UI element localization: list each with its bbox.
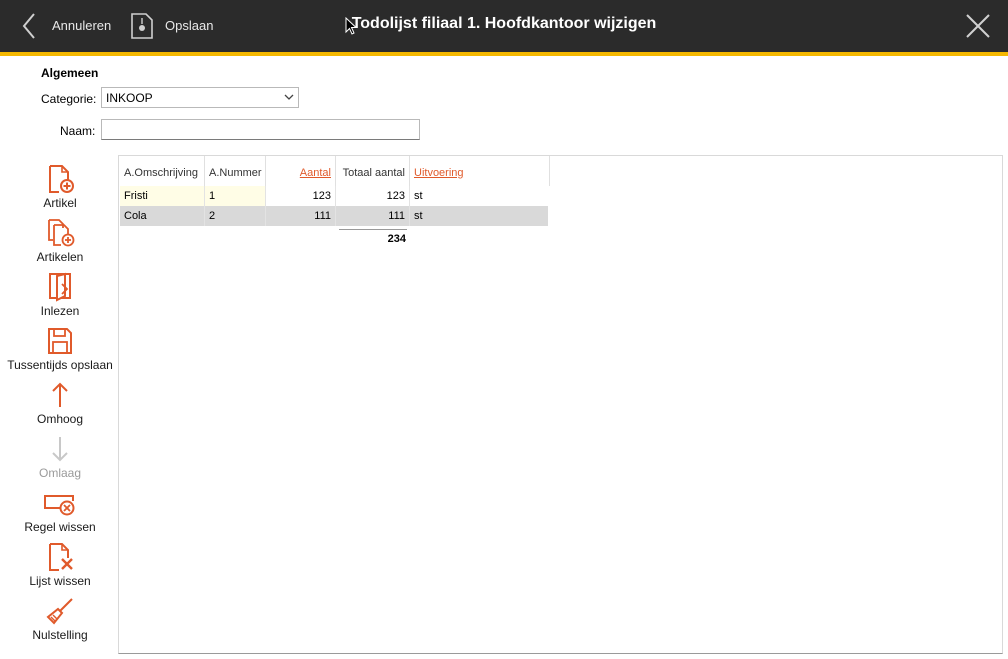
mouse-cursor-icon <box>345 16 358 35</box>
import-icon <box>49 272 71 302</box>
cell-omschrijving: Fristi <box>120 186 205 206</box>
inlezen-label: Inlezen <box>40 304 80 318</box>
broom-icon <box>46 598 73 625</box>
nulstelling-button[interactable]: Nulstelling <box>0 596 120 642</box>
cell-aantal[interactable]: 111 <box>266 206 336 226</box>
inlezen-button[interactable]: Inlezen <box>0 272 120 318</box>
document-add-icon <box>49 165 74 193</box>
artikel-button[interactable]: Artikel <box>0 164 120 210</box>
cell-omschrijving: Cola <box>120 206 205 226</box>
accent-stripe <box>0 52 1008 56</box>
cell-nummer: 2 <box>205 206 266 226</box>
lijst-wissen-label: Lijst wissen <box>29 574 91 588</box>
column-header-label: A.Omschrijving <box>124 167 198 179</box>
categorie-value: INKOOP <box>106 91 153 105</box>
cell-uitvoering[interactable]: st <box>410 206 548 226</box>
table-row[interactable]: Cola 2 111 111 st <box>120 206 548 226</box>
column-header-omschrijving[interactable]: A.Omschrijving <box>120 156 205 186</box>
chevron-down-icon <box>284 94 294 100</box>
cell-nummer: 1 <box>205 186 266 206</box>
documents-add-icon <box>48 219 75 247</box>
nulstelling-label: Nulstelling <box>32 628 88 642</box>
regel-wissen-label: Regel wissen <box>24 520 96 534</box>
artikelen-label: Artikelen <box>36 250 84 264</box>
categorie-label: Categorie: <box>41 92 97 106</box>
regel-wissen-button[interactable]: Regel wissen <box>0 488 120 534</box>
total-divider <box>339 229 407 230</box>
delete-row-icon <box>44 495 75 516</box>
artikelen-button[interactable]: Artikelen <box>0 218 120 264</box>
column-header-aantal[interactable]: Aantal <box>266 156 336 186</box>
table-row[interactable]: Fristi 1 123 123 st <box>120 186 548 206</box>
close-icon[interactable] <box>964 12 992 40</box>
omhoog-label: Omhoog <box>36 412 84 426</box>
arrow-down-icon <box>52 437 68 462</box>
categorie-select[interactable]: INKOOP <box>101 87 299 108</box>
omhoog-button[interactable]: Omhoog <box>0 380 120 426</box>
column-header-totaal-aantal[interactable]: Totaal aantal <box>336 156 410 186</box>
naam-input[interactable] <box>101 119 420 140</box>
omlaag-label: Omlaag <box>38 466 82 480</box>
lijst-wissen-button[interactable]: Lijst wissen <box>0 542 120 588</box>
omlaag-button[interactable]: Omlaag <box>0 434 120 480</box>
section-heading: Algemeen <box>41 66 99 80</box>
column-header-uitvoering[interactable]: Uitvoering <box>410 156 550 186</box>
artikel-label: Artikel <box>43 196 77 210</box>
save-icon <box>48 328 72 354</box>
total-value: 234 <box>387 233 406 245</box>
tussentijds-opslaan-label: Tussentijds opslaan <box>7 358 113 372</box>
arrow-up-icon <box>52 382 68 407</box>
column-header-label: Totaal aantal <box>342 167 405 179</box>
cell-totaal-aantal: 111 <box>336 206 410 226</box>
tussentijds-opslaan-button[interactable]: Tussentijds opslaan <box>0 326 120 372</box>
cell-totaal-aantal: 123 <box>336 186 410 206</box>
cell-aantal[interactable]: 123 <box>266 186 336 206</box>
delete-list-icon <box>49 543 73 571</box>
naam-label: Naam: <box>60 124 96 138</box>
column-header-label[interactable]: Uitvoering <box>414 167 464 179</box>
page-title: Todolijst filiaal 1. Hoofdkantoor wijzig… <box>351 15 657 32</box>
column-header-nummer[interactable]: A.Nummer <box>205 156 266 186</box>
items-grid <box>118 155 1003 654</box>
column-header-label: A.Nummer <box>209 167 262 179</box>
cell-uitvoering[interactable]: st <box>410 186 548 206</box>
column-header-label[interactable]: Aantal <box>300 167 331 179</box>
